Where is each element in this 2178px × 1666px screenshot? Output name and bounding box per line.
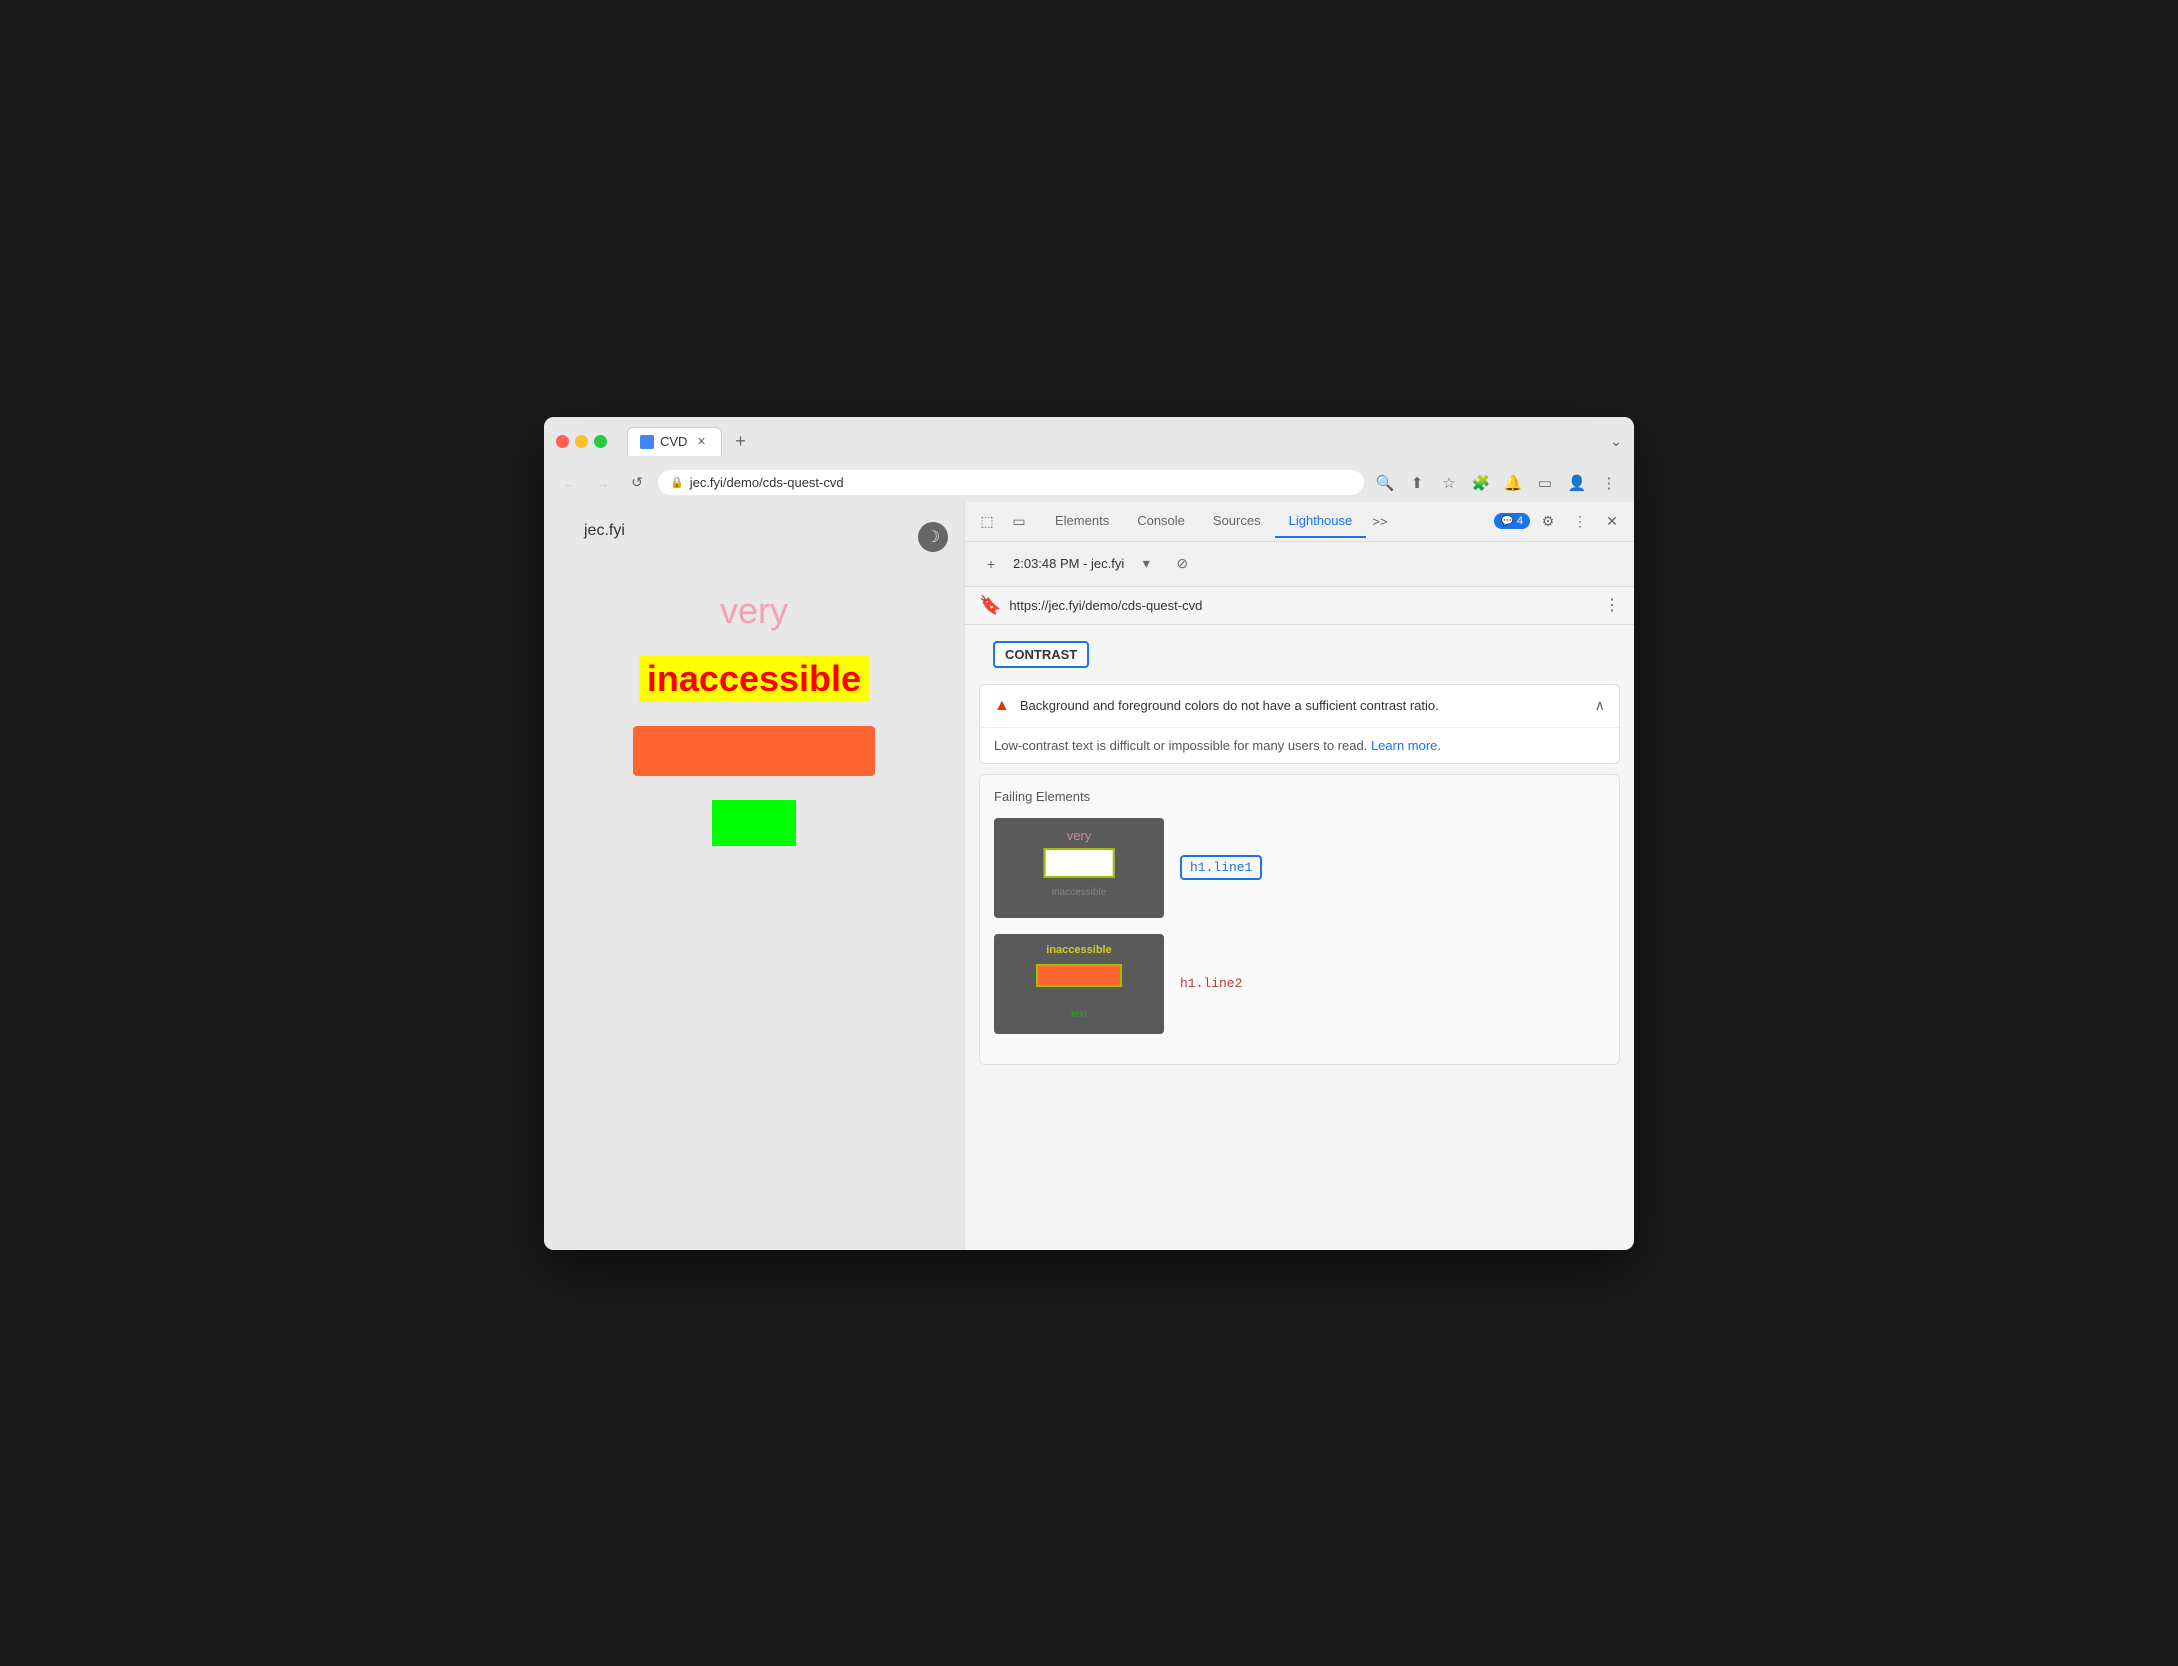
- alert-description: Low-contrast text is difficult or imposs…: [980, 728, 1619, 763]
- tab-title: CVD: [660, 434, 687, 449]
- thumb-very-text: very: [1067, 828, 1092, 843]
- minimize-button[interactable]: [575, 435, 588, 448]
- tab-elements[interactable]: Elements: [1041, 505, 1123, 538]
- demo-text-container: very inaccessible low-contrast text: [584, 590, 924, 846]
- demo-text-text: text: [712, 800, 796, 846]
- thumb-highlight-box: very: [1044, 848, 1115, 878]
- failing-label-1: h1.line1: [1180, 855, 1262, 880]
- notification-icon[interactable]: 🔔: [1500, 470, 1526, 496]
- page-brand: jec.fyi: [584, 522, 924, 540]
- new-tab-button[interactable]: +: [726, 427, 754, 455]
- maximize-button[interactable]: [594, 435, 607, 448]
- demo-very-text: very: [720, 590, 788, 632]
- thumb-inaccessible-text: inaccessible: [1046, 944, 1111, 956]
- chat-badge[interactable]: 💬 4: [1494, 513, 1530, 529]
- browser-window: CVD ✕ + ⌄ ← → ↺ 🔒 jec.fyi/demo/cds-quest…: [544, 417, 1634, 1250]
- audit-cancel-icon[interactable]: ⊘: [1168, 550, 1196, 578]
- main-content: jec.fyi ☽ very inaccessible low-contrast…: [544, 502, 1634, 1250]
- audit-time: 2:03:48 PM - jec.fyi: [1013, 556, 1124, 571]
- reload-button[interactable]: ↺: [624, 470, 650, 496]
- traffic-lights: [556, 435, 607, 448]
- chat-icon: 💬: [1501, 516, 1513, 527]
- failing-label-2: h1.line2: [1180, 976, 1242, 991]
- failing-item-2: inaccessible low-contrast text h1.line2: [994, 934, 1605, 1034]
- settings-icon[interactable]: ⚙: [1534, 507, 1562, 535]
- title-bar: CVD ✕ + ⌄: [544, 417, 1634, 464]
- alert-header: ▲ Background and foreground colors do no…: [980, 685, 1619, 728]
- failing-thumb-2: inaccessible low-contrast text: [994, 934, 1164, 1034]
- learn-more-link[interactable]: Learn more: [1371, 738, 1437, 753]
- tab-favicon: [640, 435, 654, 449]
- active-tab[interactable]: CVD ✕: [627, 427, 722, 456]
- more-options-icon[interactable]: ⋮: [1566, 507, 1594, 535]
- device-icon[interactable]: ▭: [1005, 507, 1033, 535]
- tab-lighthouse[interactable]: Lighthouse: [1275, 505, 1367, 538]
- sidebar-icon[interactable]: ▭: [1532, 470, 1558, 496]
- menu-icon[interactable]: ⋮: [1596, 470, 1622, 496]
- audit-dropdown-icon[interactable]: ▾: [1132, 550, 1160, 578]
- add-audit-icon[interactable]: +: [977, 550, 1005, 578]
- tab-bar: CVD ✕ + ⌄: [627, 427, 1622, 456]
- demo-inaccessible-text: inaccessible: [639, 656, 869, 702]
- devtools-panel: ⬚ ▭ Elements Console Sources Lighthouse …: [964, 502, 1634, 1250]
- contrast-section: CONTRAST: [965, 625, 1634, 684]
- audit-row: + 2:03:48 PM - jec.fyi ▾ ⊘: [965, 542, 1634, 587]
- failing-elements-title: Failing Elements: [994, 789, 1605, 804]
- extension-icon[interactable]: 🧩: [1468, 470, 1494, 496]
- share-icon[interactable]: ⬆: [1404, 470, 1430, 496]
- address-bar: ← → ↺ 🔒 jec.fyi/demo/cds-quest-cvd 🔍 ⬆ ☆…: [544, 464, 1634, 502]
- address-text: jec.fyi/demo/cds-quest-cvd: [690, 475, 1352, 490]
- tab-close-button[interactable]: ✕: [693, 434, 709, 450]
- devtools-toolbar-right: 💬 4 ⚙ ⋮ ✕: [1494, 507, 1626, 535]
- demo-low-contrast-text: low-contrast: [633, 726, 875, 776]
- more-tabs-icon[interactable]: >>: [1366, 506, 1393, 537]
- thumb-text-text: text: [1071, 1009, 1087, 1020]
- inspect-icon[interactable]: ⬚: [973, 507, 1001, 535]
- alert-triangle-icon: ▲: [994, 697, 1010, 715]
- lock-icon: 🔒: [670, 476, 684, 489]
- page-content: jec.fyi ☽ very inaccessible low-contrast…: [544, 502, 964, 1250]
- close-devtools-icon[interactable]: ✕: [1598, 507, 1626, 535]
- tab-console[interactable]: Console: [1123, 505, 1199, 538]
- audit-url-row: 🔖 https://jec.fyi/demo/cds-quest-cvd ⋮: [965, 587, 1634, 625]
- back-button[interactable]: ←: [556, 470, 582, 496]
- address-input[interactable]: 🔒 jec.fyi/demo/cds-quest-cvd: [658, 470, 1364, 495]
- tab-sources[interactable]: Sources: [1199, 505, 1275, 538]
- audit-warning-icon: 🔖: [979, 595, 1001, 616]
- moon-icon[interactable]: ☽: [918, 522, 948, 552]
- search-icon[interactable]: 🔍: [1372, 470, 1398, 496]
- devtools-tabs: Elements Console Sources Lighthouse >>: [1037, 505, 1490, 538]
- alert-box: ▲ Background and foreground colors do no…: [979, 684, 1620, 764]
- audit-url: https://jec.fyi/demo/cds-quest-cvd: [1009, 598, 1596, 613]
- contrast-button[interactable]: CONTRAST: [993, 641, 1089, 668]
- devtools-toolbar: ⬚ ▭ Elements Console Sources Lighthouse …: [965, 502, 1634, 542]
- audit-url-menu-icon[interactable]: ⋮: [1604, 595, 1620, 615]
- forward-button[interactable]: →: [590, 470, 616, 496]
- toolbar-icons: 🔍 ⬆ ☆ 🧩 🔔 ▭ 👤 ⋮: [1372, 470, 1622, 496]
- alert-text: Background and foreground colors do not …: [1020, 698, 1585, 713]
- badge-count: 4: [1517, 515, 1523, 527]
- tab-menu-icon[interactable]: ⌄: [1610, 433, 1622, 450]
- alert-collapse-icon[interactable]: ∧: [1595, 697, 1605, 714]
- bookmark-icon[interactable]: ☆: [1436, 470, 1462, 496]
- lighthouse-content: + 2:03:48 PM - jec.fyi ▾ ⊘ 🔖 https://jec…: [965, 542, 1634, 1250]
- close-button[interactable]: [556, 435, 569, 448]
- thumb-low-contrast-box: low-contrast: [1036, 964, 1122, 987]
- profile-icon[interactable]: 👤: [1564, 470, 1590, 496]
- thumb-bottom-text: inaccessible: [1052, 887, 1106, 898]
- failing-thumb-1: very very inaccessible: [994, 818, 1164, 918]
- failing-elements: Failing Elements very very inaccessible …: [979, 774, 1620, 1065]
- failing-item-1: very very inaccessible h1.line1: [994, 818, 1605, 918]
